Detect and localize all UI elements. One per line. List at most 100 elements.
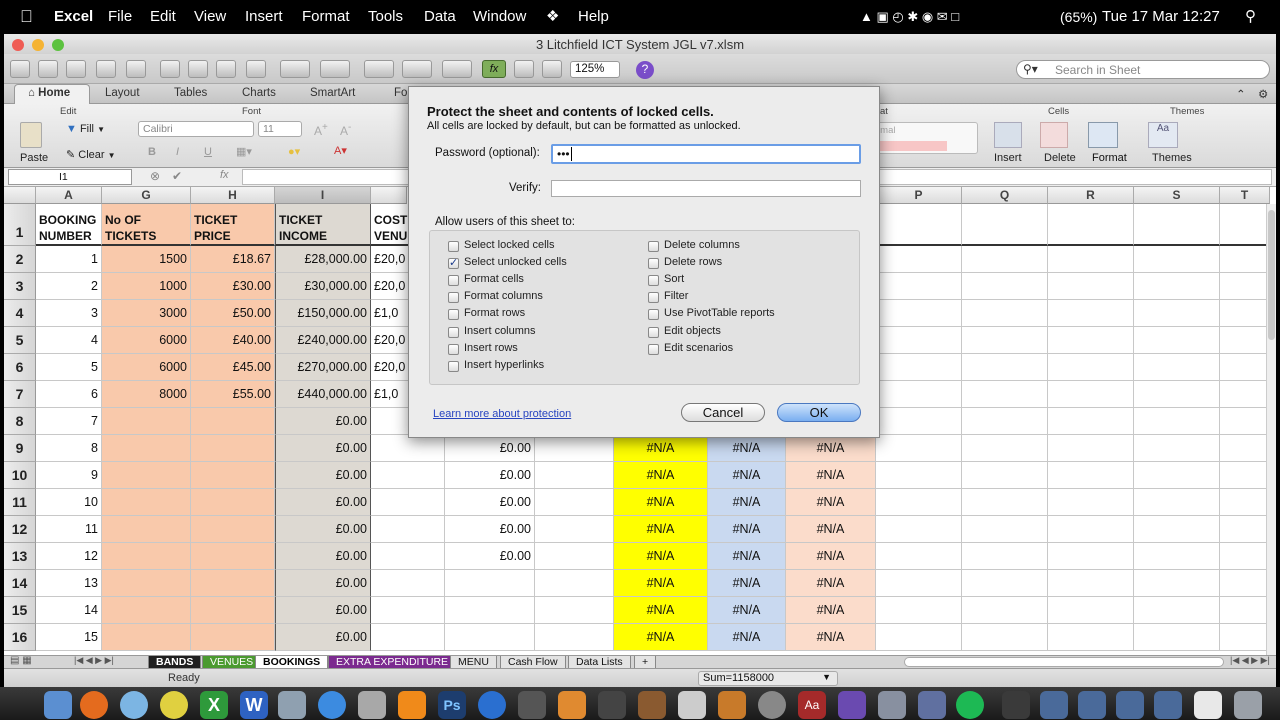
cell-p[interactable]: [876, 408, 962, 435]
new-workbook-icon[interactable]: [10, 60, 30, 78]
cell-h[interactable]: [191, 570, 275, 597]
tab-formulas[interactable]: Fo: [394, 87, 407, 99]
cell-a[interactable]: 13: [36, 570, 102, 597]
row-header[interactable]: 6: [4, 354, 36, 381]
checkbox-label[interactable]: Insert rows: [464, 342, 518, 354]
checkbox[interactable]: [448, 326, 459, 338]
cell-m[interactable]: #N/A: [614, 624, 708, 651]
zoom-field[interactable]: 125%: [570, 61, 620, 78]
cell-n2[interactable]: #N/A: [708, 624, 786, 651]
itunes-icon[interactable]: [318, 691, 346, 719]
checkbox-label[interactable]: Insert columns: [464, 325, 536, 337]
cell-t[interactable]: [1220, 516, 1270, 543]
row-header[interactable]: 5: [4, 327, 36, 354]
cell-k[interactable]: [445, 570, 535, 597]
cell-j[interactable]: [371, 516, 445, 543]
tab-layout[interactable]: Layout: [105, 87, 140, 99]
cell-i[interactable]: £30,000.00: [275, 273, 371, 300]
status-icons[interactable]: ▲ ▣ ◴ ✱ ◉ ✉ □: [860, 0, 959, 34]
dock-document-icon[interactable]: [1194, 691, 1222, 719]
font-size-up-icon[interactable]: A+: [314, 122, 328, 138]
cell-i[interactable]: £0.00: [275, 489, 371, 516]
tab-home[interactable]: ⌂ Home: [28, 87, 70, 99]
cell-o[interactable]: #N/A: [786, 543, 876, 570]
col-header-a[interactable]: A: [36, 187, 102, 204]
col-header-j[interactable]: [371, 187, 407, 204]
cell-r[interactable]: [1048, 273, 1134, 300]
checkbox-label[interactable]: Sort: [664, 273, 684, 285]
row-header[interactable]: 4: [4, 300, 36, 327]
cell-a[interactable]: 2: [36, 273, 102, 300]
cell-m[interactable]: #N/A: [614, 489, 708, 516]
cell-g[interactable]: [102, 489, 191, 516]
cell-r[interactable]: [1048, 597, 1134, 624]
cell-s[interactable]: [1134, 516, 1220, 543]
cell-j[interactable]: [371, 543, 445, 570]
cell-t[interactable]: [1220, 543, 1270, 570]
trash-icon[interactable]: [1234, 691, 1262, 719]
dock-folder-3-icon[interactable]: [1078, 691, 1106, 719]
cell-h[interactable]: [191, 489, 275, 516]
cell-s[interactable]: [1134, 543, 1220, 570]
cell-g[interactable]: 8000: [102, 381, 191, 408]
cell-l[interactable]: [535, 462, 614, 489]
spotify-icon[interactable]: [956, 691, 984, 719]
cell-i[interactable]: £0.00: [275, 570, 371, 597]
garageband-icon[interactable]: [638, 691, 666, 719]
menu-file[interactable]: File: [108, 0, 132, 34]
cell-h[interactable]: [191, 462, 275, 489]
cell-g[interactable]: [102, 624, 191, 651]
checkbox[interactable]: [648, 343, 659, 355]
delete-cells-icon[interactable]: [1040, 122, 1068, 148]
checkbox-label[interactable]: Delete columns: [664, 239, 740, 251]
keynote-icon[interactable]: [718, 691, 746, 719]
row-header[interactable]: 2: [4, 246, 36, 273]
cell-s[interactable]: [1134, 435, 1220, 462]
row-header[interactable]: 11: [4, 489, 36, 516]
italic-icon[interactable]: I: [176, 146, 179, 158]
checkbox-label[interactable]: Filter: [664, 290, 688, 302]
cell-g[interactable]: [102, 516, 191, 543]
cell-h[interactable]: £40.00: [191, 327, 275, 354]
cell-p[interactable]: [876, 435, 962, 462]
cell-o[interactable]: #N/A: [786, 597, 876, 624]
cell-m[interactable]: #N/A: [614, 543, 708, 570]
view-toggle-icons[interactable]: ▤ ▦: [10, 655, 32, 666]
checkbox-label[interactable]: Format rows: [464, 307, 525, 319]
cell-r[interactable]: [1048, 462, 1134, 489]
row-header[interactable]: 7: [4, 381, 36, 408]
cell-h[interactable]: £30.00: [191, 273, 275, 300]
checkbox-label[interactable]: Edit scenarios: [664, 342, 733, 354]
cell-q[interactable]: [962, 381, 1048, 408]
cell-s[interactable]: [1134, 354, 1220, 381]
menu-view[interactable]: View: [194, 0, 226, 34]
cell-g[interactable]: 1500: [102, 246, 191, 273]
cell-o[interactable]: #N/A: [786, 624, 876, 651]
cell-n2[interactable]: #N/A: [708, 570, 786, 597]
checkbox-label[interactable]: Format cells: [464, 273, 524, 285]
cell-k[interactable]: [445, 624, 535, 651]
checkbox[interactable]: [448, 275, 459, 287]
cell-i[interactable]: £270,000.00: [275, 354, 371, 381]
cancel-formula-icon[interactable]: ⊗: [150, 169, 160, 183]
cell-n2[interactable]: #N/A: [708, 435, 786, 462]
cell-a[interactable]: 7: [36, 408, 102, 435]
notification-app-icon[interactable]: [918, 691, 946, 719]
bold-icon[interactable]: B: [148, 146, 156, 158]
cell-h[interactable]: [191, 408, 275, 435]
cell-t[interactable]: [1220, 273, 1270, 300]
cell-a[interactable]: 11: [36, 516, 102, 543]
name-box[interactable]: I1: [8, 169, 132, 185]
cancel-button[interactable]: Cancel: [681, 403, 765, 422]
cell-h[interactable]: [191, 624, 275, 651]
ibooks-author-icon[interactable]: [878, 691, 906, 719]
format-button[interactable]: Format: [1092, 152, 1127, 164]
cell-s[interactable]: [1134, 327, 1220, 354]
cell-s[interactable]: [1134, 489, 1220, 516]
col-header-r[interactable]: R: [1048, 187, 1134, 204]
excel-icon[interactable]: X: [200, 691, 228, 719]
cell-h[interactable]: [191, 597, 275, 624]
firefox-icon[interactable]: [80, 691, 108, 719]
cell-h[interactable]: [191, 516, 275, 543]
cell-r[interactable]: [1048, 408, 1134, 435]
